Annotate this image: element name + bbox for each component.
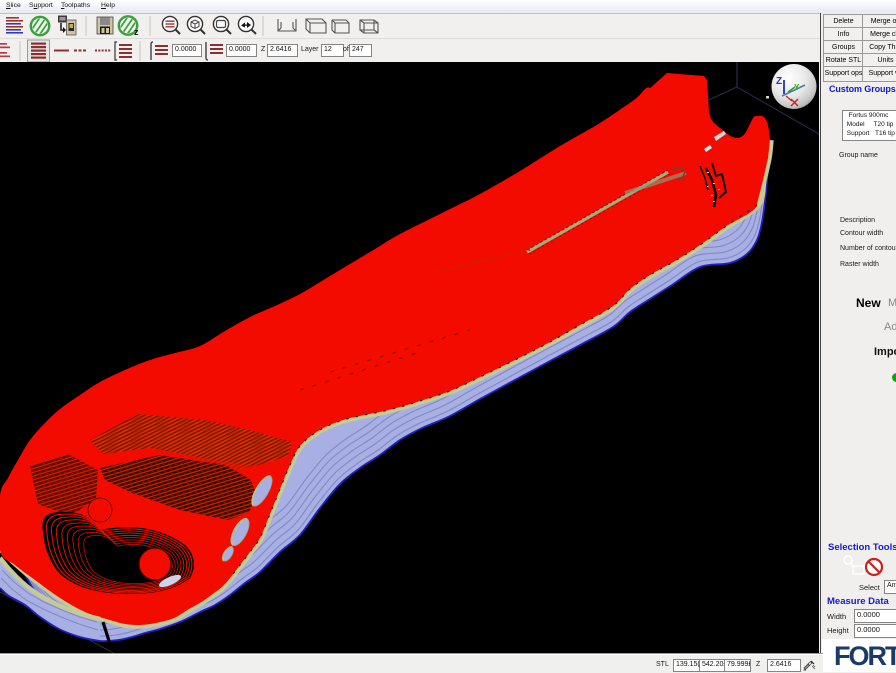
svg-text:Y: Y	[794, 83, 800, 92]
svg-text:Z: Z	[776, 76, 782, 87]
svg-text:z: z	[134, 27, 139, 37]
